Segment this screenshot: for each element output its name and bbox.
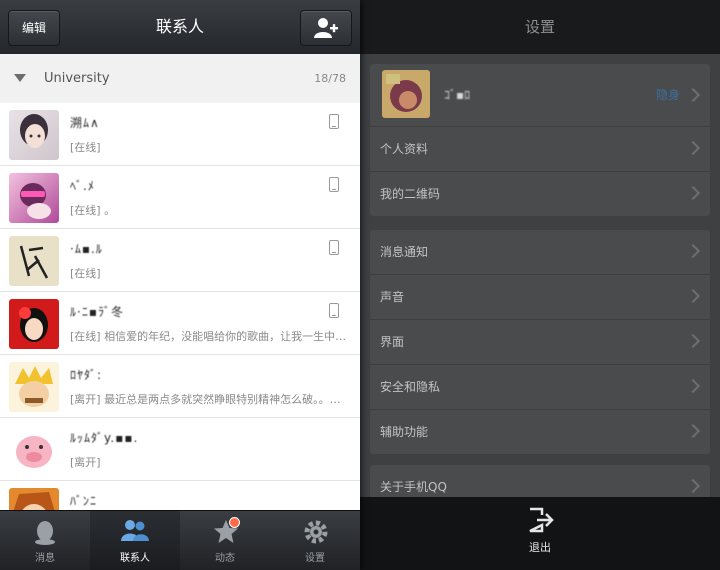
contact-name: ﾙ·ﾆ▪ﾗﾞ冬 <box>70 305 124 319</box>
settings-item-security-privacy[interactable]: 安全和隐私 <box>370 365 710 410</box>
settings-item-profile[interactable]: 个人资料 <box>370 127 710 172</box>
penguin-icon <box>35 521 55 545</box>
chevron-right-icon <box>685 243 701 259</box>
avatar <box>382 70 430 118</box>
group-header-university[interactable]: University 18/78 <box>0 54 360 104</box>
chevron-right-icon <box>685 423 701 439</box>
tab-contacts[interactable]: 联系人 <box>90 511 180 570</box>
item-label: 我的二维码 <box>380 187 441 201</box>
contacts-header: 编辑 联系人 <box>0 0 360 55</box>
tab-label: 消息 <box>35 553 55 564</box>
settings-group-account: ｺﾞ▪ﾛ 隐身 个人资料 我的二维码 <box>370 64 710 216</box>
logout-label: 退出 <box>529 541 551 554</box>
contact-status: [在线] 。 <box>70 204 116 217</box>
item-label: 声音 <box>380 290 405 304</box>
contact-item[interactable]: ﾙ·ﾆ▪ﾗﾞ冬 [在线] 相信爱的年纪，没能唱给你的歌曲，让我一生中常常追... <box>0 292 360 355</box>
chevron-right-icon <box>685 378 701 394</box>
contact-status: [离开] 最近总是两点多就突然睁眼特别精神怎么破。。还没更... <box>70 393 348 406</box>
settings-group-general: 消息通知 声音 界面 安全和隐私 辅助功能 <box>370 230 710 454</box>
contact-name: 溯ﾑ∧ <box>70 116 100 130</box>
bottom-tab-bar: 消息 联系人 动态 设置 <box>0 510 360 570</box>
chevron-right-icon <box>685 478 701 494</box>
logout-bar: 退出 <box>360 497 720 570</box>
contact-item[interactable]: ﾙｯﾑﾀﾞy.▪▪. [离开] <box>0 418 360 481</box>
item-label: 界面 <box>380 335 405 349</box>
online-status-hidden[interactable]: 隐身 <box>656 86 680 103</box>
contact-name: ﾍﾞ.ﾒ <box>70 179 95 193</box>
chevron-right-icon <box>685 288 701 304</box>
tab-label: 设置 <box>305 553 325 564</box>
contact-name: ﾊﾞﾝﾆ <box>70 494 98 508</box>
phone-online-icon <box>329 177 339 192</box>
contact-item[interactable]: ﾊﾞﾝﾆ <box>0 481 360 511</box>
settings-item-sound[interactable]: 声音 <box>370 275 710 320</box>
add-user-icon <box>314 18 338 38</box>
item-label: 个人资料 <box>380 142 429 156</box>
group-online-count: 18/78 <box>314 72 346 85</box>
tab-messages[interactable]: 消息 <box>0 511 90 570</box>
profile-row[interactable]: ｺﾞ▪ﾛ 隐身 <box>370 64 710 127</box>
contacts-panel: 编辑 联系人 University 18/78 溯ﾑ∧ [在线] ﾍﾞ.ﾒ [在… <box>0 0 360 570</box>
chevron-right-icon <box>685 140 701 156</box>
chevron-right-icon <box>685 87 701 103</box>
logout-icon <box>529 507 554 533</box>
settings-header: 设置 <box>360 0 720 54</box>
tab-settings[interactable]: 设置 <box>270 511 360 570</box>
avatar <box>9 173 59 223</box>
avatar <box>9 110 59 160</box>
phone-online-icon <box>329 114 339 129</box>
settings-panel: 设置 ｺﾞ▪ﾛ 隐身 个人资料 我的二维码 消息通知 声音 界面 安全和隐私 辅… <box>360 0 720 570</box>
settings-title: 设置 <box>524 18 555 36</box>
contact-item[interactable]: ·ﾑ▪.ﾙ [在线] <box>0 229 360 292</box>
contact-name: ·ﾑ▪.ﾙ <box>70 242 103 256</box>
contact-item[interactable]: ﾍﾞ.ﾒ [在线] 。 <box>0 166 360 229</box>
settings-item-interface[interactable]: 界面 <box>370 320 710 365</box>
item-label: 安全和隐私 <box>380 380 441 394</box>
contact-item[interactable]: 溯ﾑ∧ [在线] <box>0 103 360 166</box>
phone-online-icon <box>329 240 339 255</box>
contact-status: [在线] <box>70 267 101 280</box>
contact-status: [在线] <box>70 141 101 154</box>
avatar <box>9 299 59 349</box>
contact-name: ﾛﾔﾀﾞ: <box>70 368 103 382</box>
tab-moments[interactable]: 动态 <box>180 511 270 570</box>
gear-icon <box>304 520 328 544</box>
phone-online-icon <box>329 303 339 318</box>
contact-name: ﾙｯﾑﾀﾞy.▪▪. <box>70 431 139 445</box>
contact-list: 溯ﾑ∧ [在线] ﾍﾞ.ﾒ [在线] 。 ·ﾑ▪.ﾙ [在线] ﾙ·ﾆ▪ﾗﾞ冬 … <box>0 103 360 511</box>
settings-item-qrcode[interactable]: 我的二维码 <box>370 172 710 216</box>
add-contact-button[interactable] <box>300 10 352 46</box>
chevron-right-icon <box>685 185 701 201</box>
avatar <box>9 425 59 475</box>
tab-label: 动态 <box>215 553 235 564</box>
settings-item-notifications[interactable]: 消息通知 <box>370 230 710 275</box>
contacts-icon <box>121 520 149 541</box>
contact-status: [在线] 相信爱的年纪，没能唱给你的歌曲，让我一生中常常追... <box>70 330 348 343</box>
app-root: 编辑 联系人 University 18/78 溯ﾑ∧ [在线] ﾍﾞ.ﾒ [在… <box>0 0 720 570</box>
group-name: University <box>44 71 110 86</box>
logout-button[interactable]: 退出 <box>510 497 570 570</box>
expand-triangle-icon <box>14 74 26 82</box>
avatar <box>9 362 59 412</box>
contact-item[interactable]: ﾛﾔﾀﾞ: [离开] 最近总是两点多就突然睁眼特别精神怎么破。。还没更... <box>0 355 360 418</box>
item-label: 消息通知 <box>380 245 429 259</box>
tab-label: 联系人 <box>120 553 150 564</box>
avatar <box>9 488 59 511</box>
avatar <box>9 236 59 286</box>
contact-status: [离开] <box>70 456 101 469</box>
settings-item-accessibility[interactable]: 辅助功能 <box>370 410 710 454</box>
profile-name: ｺﾞ▪ﾛ <box>444 88 471 102</box>
notification-badge <box>229 517 240 528</box>
chevron-right-icon <box>685 333 701 349</box>
item-label: 辅助功能 <box>380 425 429 439</box>
